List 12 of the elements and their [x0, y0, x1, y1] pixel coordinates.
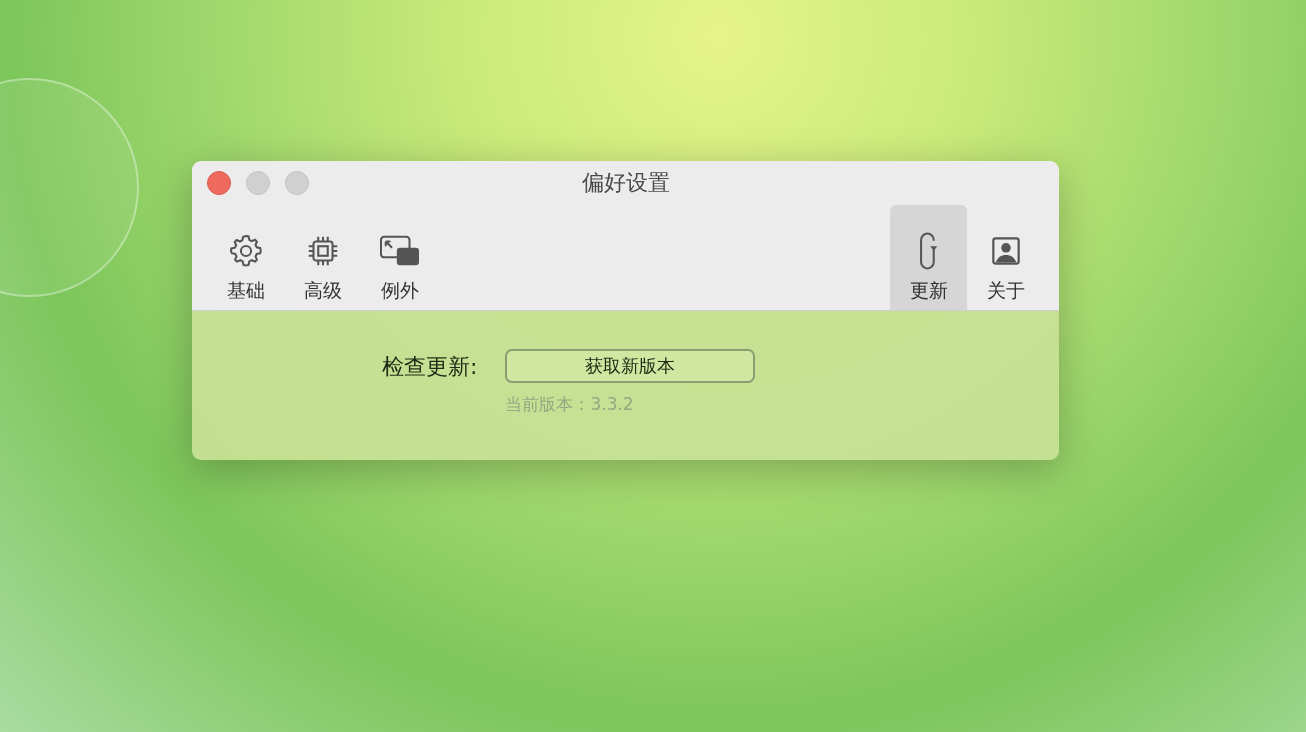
- toolbar-tab[interactable]: 关于: [967, 205, 1044, 310]
- get-new-version-button[interactable]: 获取新版本: [505, 349, 756, 383]
- check-update-label: 检查更新:: [382, 353, 478, 381]
- close-button[interactable]: [207, 171, 231, 195]
- current-version-text: 当前版本：3.3.2: [505, 393, 635, 416]
- window-title: 偏好设置: [581, 169, 670, 197]
- zoom-button[interactable]: [285, 171, 309, 195]
- toolbar-tab[interactable]: 基础: [207, 205, 284, 310]
- toolbar-tab[interactable]: 高级: [284, 205, 361, 310]
- toolbar-tab[interactable]: 例外: [361, 205, 438, 310]
- toolbar-tab[interactable]: 更新: [890, 205, 967, 310]
- minimize-button[interactable]: [246, 171, 270, 195]
